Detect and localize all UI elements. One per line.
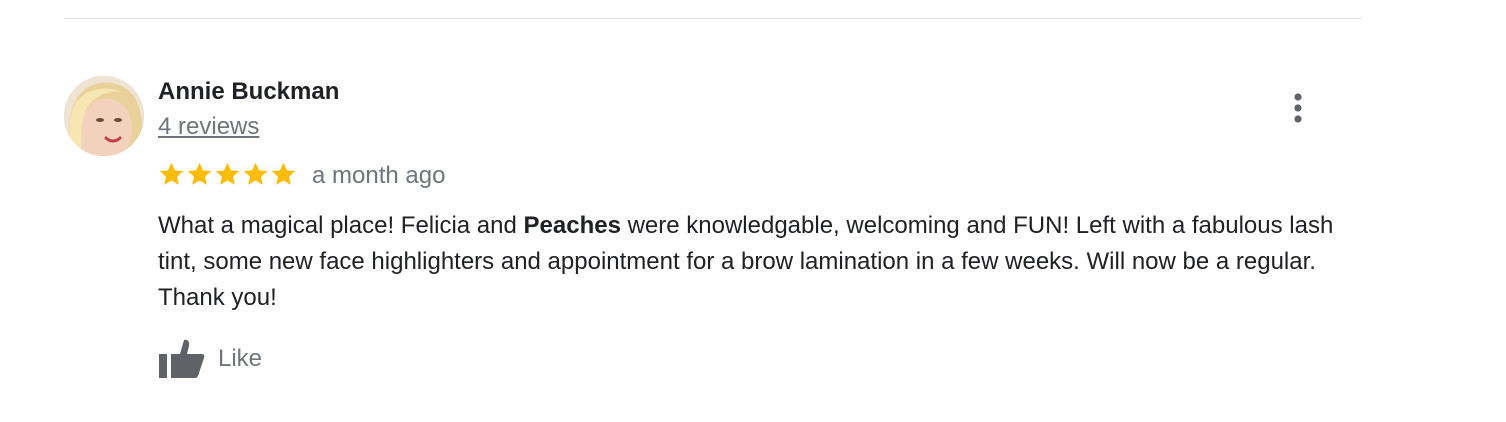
star-icon (242, 161, 269, 189)
author-reviews-link[interactable]: 4 reviews (158, 113, 259, 141)
avatar[interactable] (64, 76, 144, 156)
like-label: Like (218, 345, 263, 372)
star-rating (158, 161, 297, 189)
like-button[interactable]: Like (158, 338, 262, 380)
more-vertical-icon (1294, 93, 1302, 123)
author-name[interactable]: Annie Buckman (158, 78, 339, 106)
review-text-bold-name: Peaches (523, 212, 621, 239)
review-date: a month ago (312, 162, 446, 189)
star-icon (214, 161, 241, 189)
top-divider (64, 18, 1362, 19)
thumbs-up-icon (159, 339, 205, 378)
review-text-part: What a magical place! Felicia and (158, 212, 524, 239)
avatar-image (64, 76, 144, 156)
review-text: What a magical place! Felicia and Peache… (158, 208, 1338, 316)
more-options-button[interactable] (1282, 90, 1314, 126)
star-icon (186, 161, 213, 189)
star-icon (270, 161, 297, 189)
star-icon (158, 161, 185, 189)
